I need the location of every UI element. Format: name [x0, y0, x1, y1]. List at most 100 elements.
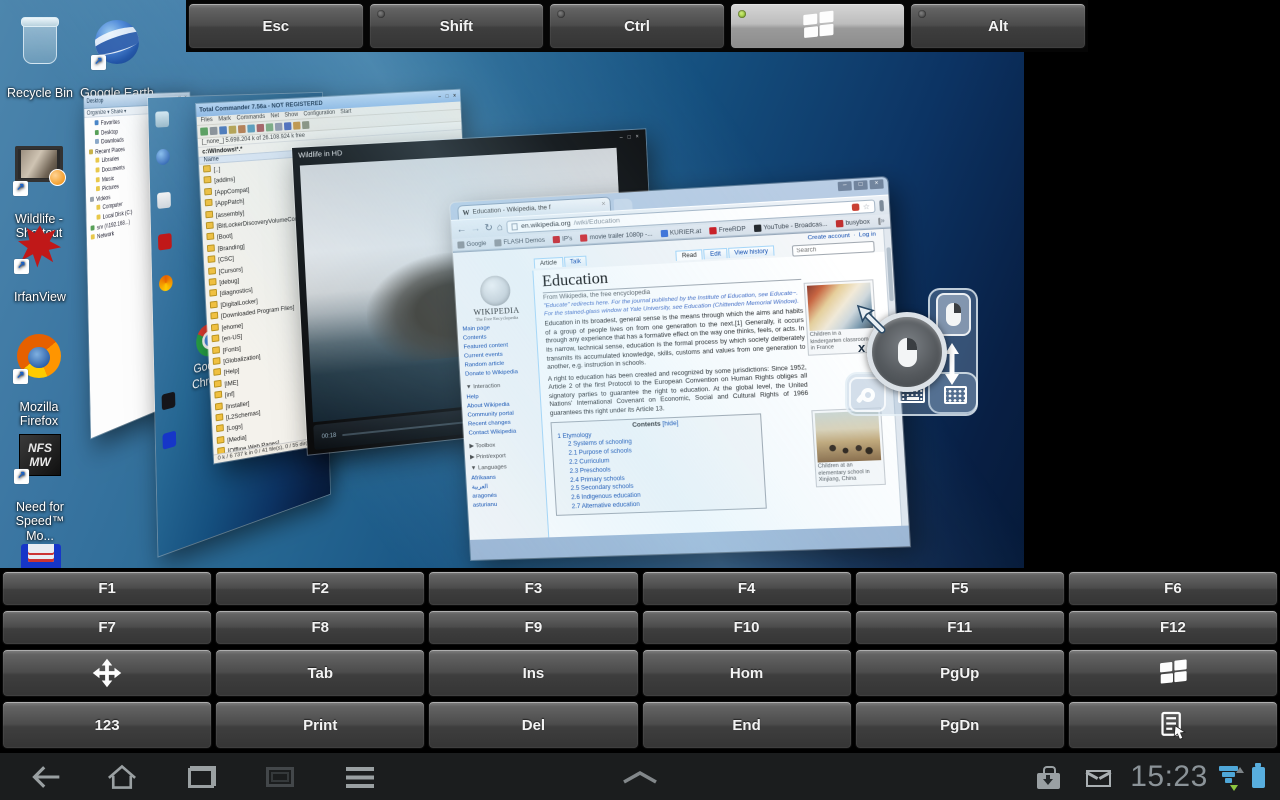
wiki-language-link[interactable]: asturianu: [473, 499, 544, 511]
maximize-button[interactable]: □: [853, 180, 867, 190]
desktop-icon-firefox[interactable]: ↗ Mozilla Firefox: [0, 320, 78, 429]
mail-status-icon[interactable]: [1080, 753, 1116, 800]
status-clock[interactable]: 15:23: [1126, 753, 1212, 800]
key-f6[interactable]: F6: [1068, 571, 1278, 606]
numpad-button[interactable]: [937, 377, 974, 412]
extension-icon[interactable]: [852, 203, 860, 211]
desktop-icon-irfanview[interactable]: ↗ IrfanView: [1, 210, 79, 304]
reload-icon[interactable]: ↻: [484, 222, 493, 233]
download-status-icon[interactable]: [1030, 753, 1066, 800]
toc-hide-link[interactable]: [hide]: [662, 419, 679, 427]
key-alt[interactable]: Alt: [910, 3, 1086, 49]
key-f7[interactable]: F7: [2, 610, 212, 645]
wikipedia-globe-logo[interactable]: [479, 275, 511, 307]
minimize-button[interactable]: –: [838, 181, 852, 191]
cancel-x-icon[interactable]: x: [858, 340, 865, 355]
key-end[interactable]: End: [642, 701, 852, 749]
hide-keyboard-button[interactable]: [616, 753, 664, 800]
key-ins[interactable]: Ins: [428, 649, 638, 697]
tc-menu-item[interactable]: Configuration: [303, 110, 335, 118]
key-f5[interactable]: F5: [855, 571, 1065, 606]
network-status-icon[interactable]: [1214, 753, 1242, 800]
tc-menu-item[interactable]: Commands: [237, 114, 266, 122]
wiki-section-print[interactable]: ▶ Print/export: [470, 452, 541, 461]
key-print[interactable]: Print: [215, 701, 425, 749]
right-click-button[interactable]: [936, 293, 971, 336]
tc-menu-item[interactable]: Show: [284, 112, 298, 119]
remote-desktop-wallpaper[interactable]: Recycle Bin ↗ Google Earth ↗ Wildlife - …: [0, 0, 1024, 570]
key-hom[interactable]: Hom: [642, 649, 852, 697]
battery-status-icon[interactable]: [1242, 753, 1270, 800]
desktop-icon-recycle-bin[interactable]: Recycle Bin: [1, 6, 79, 100]
create-account-link[interactable]: Create account: [807, 233, 850, 242]
tab-edit[interactable]: Edit: [704, 248, 728, 259]
recent-apps-button[interactable]: [180, 753, 224, 800]
tab-talk[interactable]: Talk: [564, 256, 588, 267]
key-f9[interactable]: F9: [428, 610, 638, 645]
bookmark-item[interactable]: YouTube - Broadcas...: [754, 220, 828, 231]
wiki-section-toolbox[interactable]: ▶ Toolbox: [469, 441, 540, 450]
key-f11[interactable]: F11: [855, 610, 1065, 645]
key-windows-2[interactable]: [1068, 649, 1278, 697]
back-button[interactable]: [24, 753, 68, 800]
wiki-nav-link[interactable]: Contact Wikipedia: [468, 427, 539, 439]
wiki-section-interaction[interactable]: ▼ Interaction: [466, 381, 537, 390]
login-link[interactable]: Log in: [859, 231, 876, 238]
key-tab[interactable]: Tab: [215, 649, 425, 697]
back-icon[interactable]: ←: [456, 224, 467, 236]
home-button[interactable]: [100, 753, 144, 800]
window-controls[interactable]: – □ ×: [620, 134, 641, 141]
key-f12[interactable]: F12: [1068, 610, 1278, 645]
bookmark-item[interactable]: movie trailer 1080p -...: [580, 230, 652, 241]
tab-close-icon[interactable]: ×: [601, 201, 606, 208]
bookmark-item[interactable]: Google: [457, 240, 486, 249]
screenshot-button[interactable]: [258, 753, 302, 800]
url-path: /wiki/Education: [573, 217, 620, 227]
bookmarks-overflow-icon[interactable]: »: [880, 217, 885, 224]
window-controls[interactable]: – □ ×: [438, 93, 458, 100]
tab-view-history[interactable]: View history: [728, 245, 775, 258]
home-icon[interactable]: ⌂: [497, 221, 504, 232]
wrench-menu-icon[interactable]: [879, 199, 884, 211]
bookmark-item[interactable]: KURIER.at: [661, 227, 702, 236]
desktop-icon-google-earth[interactable]: ↗ Google Earth: [78, 6, 156, 100]
bookmark-item[interactable]: busybox: [836, 218, 870, 227]
window-chrome-wikipedia[interactable]: W Education - Wikipedia, the f × – □ × ←…: [450, 177, 910, 560]
key-context-menu[interactable]: [1068, 701, 1278, 749]
wiki-nav-link[interactable]: Donate to Wikipedia: [465, 367, 536, 379]
key-f3[interactable]: F3: [428, 571, 638, 606]
key-del[interactable]: Del: [428, 701, 638, 749]
menu-button[interactable]: [338, 753, 382, 800]
key-ctrl[interactable]: Ctrl: [549, 3, 725, 49]
key-f1[interactable]: F1: [2, 571, 212, 606]
menu-cursor-icon: [1158, 710, 1188, 740]
tab-article[interactable]: Article: [534, 257, 564, 269]
key-shift[interactable]: Shift: [369, 3, 545, 49]
tc-menu-item[interactable]: Mark: [218, 116, 231, 123]
key-pgdn[interactable]: PgDn: [855, 701, 1065, 749]
bookmark-star-icon[interactable]: ☆: [862, 201, 870, 211]
key-arrows[interactable]: [2, 649, 212, 697]
key-f8[interactable]: F8: [215, 610, 425, 645]
bookmark-item[interactable]: FLASH Demos: [494, 236, 545, 246]
tab-read[interactable]: Read: [675, 249, 703, 261]
key-f10[interactable]: F10: [642, 610, 852, 645]
key-f2[interactable]: F2: [215, 571, 425, 606]
tc-menu-item[interactable]: Start: [340, 109, 351, 115]
tc-menu-item[interactable]: Net: [270, 113, 279, 119]
close-button[interactable]: ×: [869, 179, 883, 189]
key-windows[interactable]: [730, 3, 906, 49]
new-tab-button[interactable]: [614, 198, 633, 210]
key-123[interactable]: 123: [2, 701, 212, 749]
desktop-icon-nfs[interactable]: NFS MW↗ Need for Speed™ Mo...: [1, 420, 79, 543]
wiki-section-languages[interactable]: ▼ Languages: [471, 463, 542, 472]
bookmark-item[interactable]: FreeRDP: [709, 225, 746, 234]
key-f4[interactable]: F4: [642, 571, 852, 606]
forward-icon[interactable]: →: [470, 223, 481, 235]
chevron-up-icon: [619, 769, 661, 785]
key-esc[interactable]: Esc: [188, 3, 364, 49]
bookmark-item[interactable]: IP's: [553, 235, 573, 243]
key-pgup[interactable]: PgUp: [855, 649, 1065, 697]
figure-elementary-school[interactable]: Children at an elementary school in Xinj…: [811, 407, 886, 487]
tc-menu-item[interactable]: Files: [201, 117, 213, 124]
